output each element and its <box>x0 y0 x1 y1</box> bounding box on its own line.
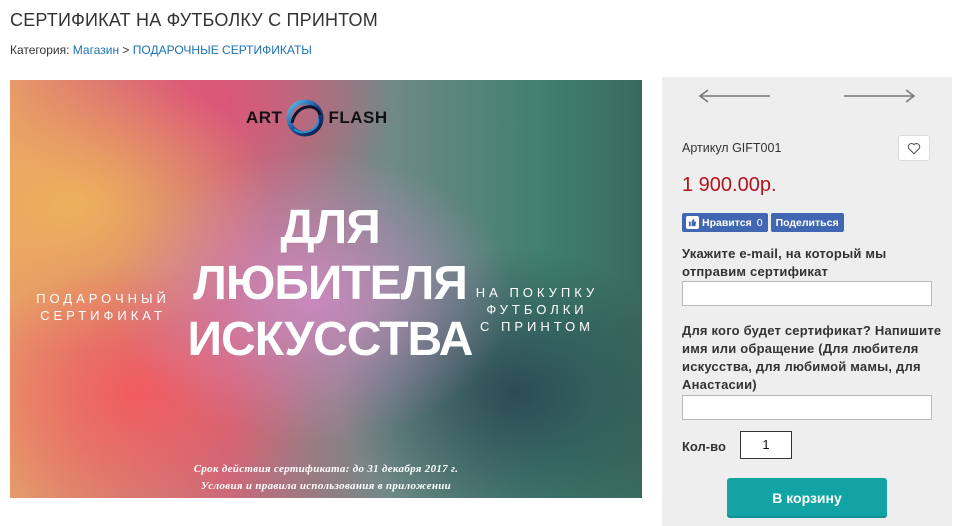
banner-left-line: ПОДАРОЧНЫЙ <box>36 291 170 306</box>
breadcrumb: Категория: Магазин > ПОДАРОЧНЫЕ СЕРТИФИК… <box>10 43 312 57</box>
art-flash-logo: ART FLASH <box>246 94 388 142</box>
recipient-field-label: Для кого будет сертификат? Напишите имя … <box>682 323 942 392</box>
social-buttons: Нравится 0 Поделиться <box>682 213 844 232</box>
arrow-left-icon[interactable] <box>698 89 772 103</box>
quantity-input[interactable]: 1 <box>740 431 792 459</box>
banner-right-line: НА ПОКУПКУ <box>475 285 599 300</box>
banner-headline-line: ЛЮБИТЕЛЯ <box>193 257 468 310</box>
breadcrumb-separator: > <box>122 43 130 57</box>
facebook-like-button[interactable]: Нравится 0 <box>682 213 768 232</box>
email-field-label: Укажите e-mail, на который мы отправим с… <box>682 246 887 279</box>
email-field[interactable] <box>682 281 932 306</box>
banner-headline-line: ИСКУССТВА <box>187 313 474 366</box>
page-title: СЕРТИФИКАТ НА ФУТБОЛКУ С ПРИНТОМ <box>10 10 378 30</box>
product-price: 1 900.00р. <box>682 174 777 196</box>
banner-right-caption: НА ПОКУПКУ ФУТБОЛКИ С ПРИНТОМ <box>466 284 608 335</box>
banner-validity-text: Срок действия сертификата: до 31 декабря… <box>193 463 459 475</box>
breadcrumb-link-shop[interactable]: Магазин <box>73 43 119 57</box>
heart-icon <box>907 142 921 154</box>
logo-text-left: ART <box>246 108 283 127</box>
product-sku: Артикул GIFT001 <box>682 141 782 155</box>
breadcrumb-link-gift-certificates[interactable]: ПОДАРОЧНЫЕ СЕРТИФИКАТЫ <box>133 43 312 57</box>
banner-headline-line: ДЛЯ <box>280 201 380 254</box>
add-to-wishlist-button[interactable] <box>898 135 930 161</box>
facebook-share-button[interactable]: Поделиться <box>770 213 844 232</box>
banner-left-line: СЕРТИФИКАТ <box>40 308 166 323</box>
add-to-cart-button[interactable]: В корзину <box>727 478 887 518</box>
product-image[interactable]: ART FLASH ПОДАРОЧНЫЙ СЕРТИФИКАТ ДЛЯ ЛЮБИ… <box>10 80 642 498</box>
like-count: 0 <box>756 216 763 229</box>
banner-right-line: ФУТБОЛКИ <box>486 302 588 317</box>
arrow-right-icon[interactable] <box>842 89 916 103</box>
thumbs-up-icon <box>686 216 699 229</box>
logo-text-right: FLASH <box>328 108 388 127</box>
banner-footer: Срок действия сертификата: до 31 декабря… <box>10 461 642 495</box>
recipient-field[interactable] <box>682 395 932 420</box>
banner-left-caption: ПОДАРОЧНЫЙ СЕРТИФИКАТ <box>28 290 178 324</box>
banner-right-line: С ПРИНТОМ <box>479 319 595 334</box>
banner-headline: ДЛЯ ЛЮБИТЕЛЯ ИСКУССТВА <box>170 200 490 368</box>
quantity-label: Кол-во <box>682 439 726 454</box>
breadcrumb-prefix: Категория: <box>10 43 70 57</box>
like-label: Нравится <box>702 216 752 229</box>
banner-terms-text: Условия и правила использования в прилож… <box>200 480 452 492</box>
product-sidebar: Артикул GIFT001 1 900.00р. Нравится 0 По… <box>662 77 952 526</box>
logo-swirl-icon <box>286 99 324 137</box>
